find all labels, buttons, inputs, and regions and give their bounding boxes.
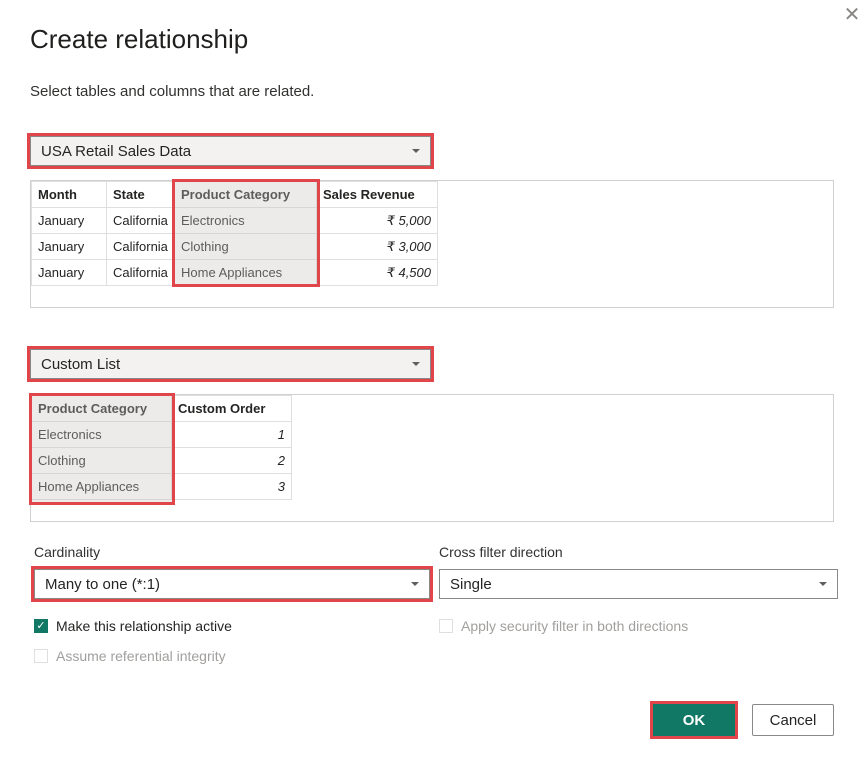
column-header-sales-revenue[interactable]: Sales Revenue (316, 181, 438, 208)
security-filter-option: Apply security filter in both directions (439, 618, 688, 634)
table-header-row: Product Category Custom Order (31, 395, 292, 422)
table2-grid: Product Category Custom Order Electronic… (31, 395, 292, 500)
column-header-month[interactable]: Month (31, 181, 107, 208)
table1-select-value: USA Retail Sales Data (41, 142, 192, 160)
ok-button[interactable]: OK (650, 701, 738, 739)
security-filter-checkbox (439, 619, 453, 633)
table-row: January California Clothing ₹ 3,000 (31, 233, 438, 260)
make-active-checkbox[interactable]: ✓ (34, 619, 48, 633)
checkmark-icon: ✓ (36, 620, 46, 632)
table-cell: Home Appliances (174, 259, 317, 286)
table-cell: Home Appliances (31, 473, 172, 500)
table-cell: Electronics (31, 421, 172, 448)
chevron-down-icon (412, 149, 420, 153)
referential-integrity-checkbox (34, 649, 48, 663)
make-active-option[interactable]: ✓ Make this relationship active (34, 618, 232, 634)
table1-preview: Month State Product Category Sales Reven… (30, 179, 834, 308)
make-active-label: Make this relationship active (56, 618, 232, 634)
security-filter-label: Apply security filter in both directions (461, 618, 689, 634)
column-header-custom-order[interactable]: Custom Order (171, 395, 292, 422)
table-cell: January (31, 233, 107, 260)
cross-filter-select[interactable]: Single (439, 569, 838, 599)
table-cell: 2 (171, 447, 292, 474)
table1-select[interactable]: USA Retail Sales Data (27, 133, 434, 169)
close-icon[interactable]: ✕ (844, 2, 861, 26)
table-cell: California (106, 259, 175, 286)
cardinality-select[interactable]: Many to one (*:1) (31, 566, 433, 602)
table-cell: Clothing (31, 447, 172, 474)
table-cell: California (106, 207, 175, 234)
referential-integrity-label: Assume referential integrity (56, 648, 226, 664)
table-row: Electronics 1 (31, 421, 292, 448)
referential-integrity-option: Assume referential integrity (34, 648, 226, 664)
table-row: January California Electronics ₹ 5,000 (31, 207, 438, 234)
table-cell: January (31, 259, 107, 286)
column-header-state[interactable]: State (106, 181, 175, 208)
table2-preview: Product Category Custom Order Electronic… (29, 393, 834, 522)
table-cell: 1 (171, 421, 292, 448)
dialog-title: Create relationship (30, 24, 249, 54)
cross-filter-label: Cross filter direction (439, 544, 563, 560)
table-cell: ₹ 5,000 (316, 207, 438, 234)
table-cell: California (106, 233, 175, 260)
chevron-down-icon (412, 362, 420, 366)
table-cell: Electronics (174, 207, 317, 234)
cardinality-select-value: Many to one (*:1) (45, 575, 161, 593)
cancel-button[interactable]: Cancel (752, 704, 834, 736)
table-cell: 3 (171, 473, 292, 500)
close-button[interactable]: ✕ (842, 4, 862, 24)
table-header-row: Month State Product Category Sales Reven… (31, 181, 438, 208)
dialog-subtitle: Select tables and columns that are relat… (30, 83, 315, 100)
table1-grid: Month State Product Category Sales Reven… (31, 181, 438, 286)
table-cell: January (31, 207, 107, 234)
table-row: Clothing 2 (31, 447, 292, 474)
table-cell: Clothing (174, 233, 317, 260)
table2-select[interactable]: Custom List (27, 346, 434, 382)
table-row: Home Appliances 3 (31, 473, 292, 500)
table2-select-value: Custom List (41, 355, 121, 373)
table-cell: ₹ 3,000 (316, 233, 438, 260)
table-row: January California Home Appliances ₹ 4,5… (31, 259, 438, 286)
column-header-product-category[interactable]: Product Category (174, 181, 317, 208)
chevron-down-icon (819, 582, 827, 586)
column-header-product-category[interactable]: Product Category (31, 395, 172, 422)
cardinality-label: Cardinality (34, 544, 101, 560)
table-cell: ₹ 4,500 (316, 259, 438, 286)
cross-filter-select-value: Single (450, 575, 492, 593)
chevron-down-icon (411, 582, 419, 586)
